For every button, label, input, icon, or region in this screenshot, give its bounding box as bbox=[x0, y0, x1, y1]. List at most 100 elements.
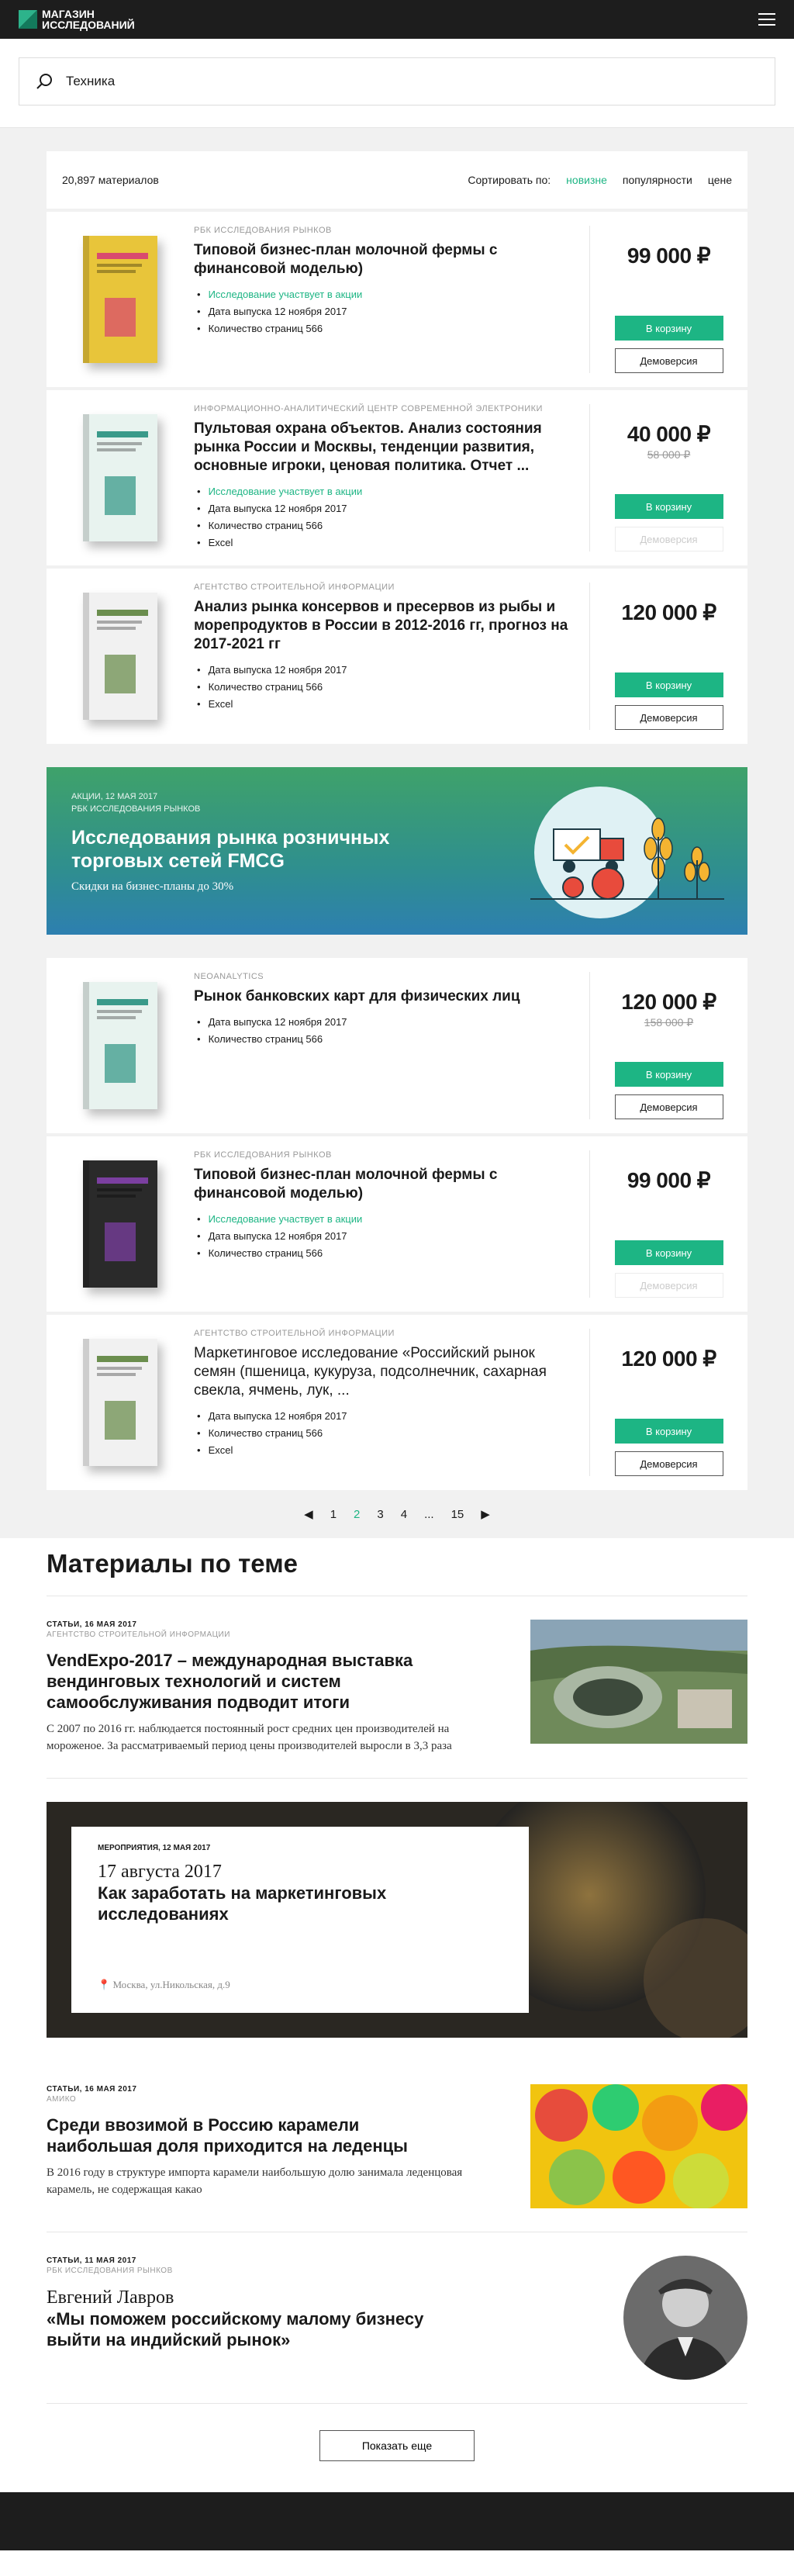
product-details: Исследование участвует в акцииДата выпус… bbox=[194, 1211, 575, 1262]
next-page-icon[interactable]: ▶ bbox=[481, 1507, 490, 1521]
related-materials: Материалы по теме СТАТЬИ, 16 МАЯ 2017 АГ… bbox=[0, 1538, 794, 2492]
footer bbox=[0, 2492, 794, 2550]
article-title[interactable]: «Мы поможем российскому малому бизнесу в… bbox=[47, 2308, 465, 2350]
sort-by-price[interactable]: цене bbox=[708, 174, 732, 186]
product-details: Дата выпуска 12 ноября 2017Количество ст… bbox=[194, 662, 575, 713]
product-details: Исследование участвует в акцииДата выпус… bbox=[194, 286, 575, 337]
article-source: РБК ИССЛЕДОВАНИЯ РЫНКОВ bbox=[47, 2267, 173, 2275]
article-thumbnail-image[interactable] bbox=[530, 1620, 747, 1744]
product-card[interactable]: РБК ИССЛЕДОВАНИЯ РЫНКОВ Типовой бизнес-п… bbox=[47, 1136, 747, 1312]
promo-banner[interactable]: АКЦИИ, 12 МАЯ 2017 РБК ИССЛЕДОВАНИЯ РЫНК… bbox=[47, 767, 747, 935]
product-detail: Количество страниц 566 bbox=[194, 1425, 575, 1442]
sort-label: Сортировать по: bbox=[468, 174, 551, 186]
site-logo[interactable]: МАГАЗИН ИССЛЕДОВАНИЙ bbox=[19, 9, 135, 30]
product-card[interactable]: АГЕНТСТВО СТРОИТЕЛЬНОЙ ИНФОРМАЦИИ Маркет… bbox=[47, 1315, 747, 1490]
search-icon[interactable] bbox=[36, 73, 54, 90]
product-price-panel: 120 000 ₽ 158 000 ₽ В корзину Демоверсия bbox=[589, 972, 747, 1119]
product-title[interactable]: Типовой бизнес-план молочной фермы с фин… bbox=[194, 1166, 575, 1203]
banner-title: Исследования рынка розничных торговых се… bbox=[71, 827, 390, 872]
page-15[interactable]: 15 bbox=[451, 1508, 464, 1521]
product-card[interactable]: ИНФОРМАЦИОННО-АНАЛИТИЧЕСКИЙ ЦЕНТР СОВРЕМ… bbox=[47, 390, 747, 565]
product-card[interactable]: NEOANALYTICS Рынок банковских карт для ф… bbox=[47, 958, 747, 1133]
page-2-current[interactable]: 2 bbox=[354, 1508, 360, 1521]
product-card[interactable]: АГЕНТСТВО СТРОИТЕЛЬНОЙ ИНФОРМАЦИИ Анализ… bbox=[47, 569, 747, 744]
candy-thumbnail-image[interactable] bbox=[530, 2084, 747, 2208]
product-cover[interactable] bbox=[47, 1136, 194, 1312]
article-meta: СТАТЬИ, 16 МАЯ 2017 bbox=[47, 1620, 137, 1629]
logo-line2: ИССЛЕДОВАНИЙ bbox=[42, 19, 135, 31]
prev-page-icon[interactable]: ◀ bbox=[304, 1507, 313, 1521]
product-price: 120 000 ₽ bbox=[621, 1347, 716, 1371]
product-price: 120 000 ₽ bbox=[621, 600, 716, 624]
product-publisher: АГЕНТСТВО СТРОИТЕЛЬНОЙ ИНФОРМАЦИИ bbox=[194, 1329, 395, 1338]
event-card[interactable]: МЕРОПРИЯТИЯ, 12 МАЯ 2017 17 августа 2017… bbox=[47, 1802, 747, 2038]
product-title[interactable]: Рынок банковских карт для физических лиц bbox=[194, 987, 575, 1006]
add-to-cart-button[interactable]: В корзину bbox=[614, 673, 723, 697]
add-to-cart-button[interactable]: В корзину bbox=[614, 316, 723, 341]
book-cover-image bbox=[83, 236, 157, 363]
demo-button[interactable]: Демоверсия bbox=[614, 348, 723, 373]
burger-menu-icon[interactable] bbox=[758, 13, 775, 26]
avatar bbox=[623, 2256, 747, 2380]
book-cover-image bbox=[83, 982, 157, 1109]
product-cover[interactable] bbox=[47, 390, 194, 565]
product-title[interactable]: Типовой бизнес-план молочной фермы с фин… bbox=[194, 241, 575, 278]
article-source: АГЕНТСТВО СТРОИТЕЛЬНОЙ ИНФОРМАЦИИ bbox=[47, 1630, 230, 1639]
product-detail: Исследование участвует в акции bbox=[194, 286, 575, 303]
article-interview[interactable]: СТАТЬИ, 11 МАЯ 2017 РБК ИССЛЕДОВАНИЯ РЫН… bbox=[47, 2232, 747, 2404]
product-price: 120 000 ₽ bbox=[621, 990, 716, 1014]
page-1[interactable]: 1 bbox=[330, 1508, 337, 1521]
product-card[interactable]: РБК ИССЛЕДОВАНИЯ РЫНКОВ Типовой бизнес-п… bbox=[47, 212, 747, 387]
product-price: 40 000 ₽ bbox=[627, 422, 711, 446]
add-to-cart-button[interactable]: В корзину bbox=[614, 1419, 723, 1444]
page-3[interactable]: 3 bbox=[377, 1508, 383, 1521]
article-caramel[interactable]: СТАТЬИ, 16 МАЯ 2017 АМИКО Среди ввозимой… bbox=[47, 2061, 747, 2232]
add-to-cart-button[interactable]: В корзину bbox=[614, 494, 723, 519]
pagination: ◀ 1 2 3 4 ... 15 ▶ bbox=[47, 1493, 747, 1527]
event-date: 17 августа 2017 bbox=[98, 1862, 222, 1882]
logo-line1: МАГАЗИН bbox=[42, 8, 95, 20]
add-to-cart-button[interactable]: В корзину bbox=[614, 1240, 723, 1265]
add-to-cart-button[interactable]: В корзину bbox=[614, 1062, 723, 1087]
materials-heading: Материалы по теме bbox=[47, 1549, 747, 1596]
page-4[interactable]: 4 bbox=[401, 1508, 407, 1521]
product-detail: Excel bbox=[194, 696, 575, 713]
demo-button[interactable]: Демоверсия bbox=[614, 1273, 723, 1298]
demo-button[interactable]: Демоверсия bbox=[614, 705, 723, 730]
event-meta: МЕРОПРИЯТИЯ, 12 МАЯ 2017 bbox=[98, 1844, 211, 1852]
sort-by-popularity[interactable]: популярности bbox=[623, 174, 692, 186]
show-more-button[interactable]: Показать еще bbox=[319, 2430, 475, 2461]
product-detail: Количество страниц 566 bbox=[194, 320, 575, 337]
product-detail: Количество страниц 566 bbox=[194, 679, 575, 696]
demo-button[interactable]: Демоверсия bbox=[614, 1451, 723, 1476]
product-title[interactable]: Анализ рынка консервов и пресервов из ры… bbox=[194, 598, 575, 654]
product-cover[interactable] bbox=[47, 1315, 194, 1490]
product-detail: Исследование участвует в акции bbox=[194, 1211, 575, 1228]
event-location: 📍 Москва, ул.Никольская, д.9 bbox=[98, 1979, 230, 1991]
product-cover[interactable] bbox=[47, 958, 194, 1133]
product-old-price: 58 000 ₽ bbox=[647, 448, 691, 461]
product-cover[interactable] bbox=[47, 212, 194, 387]
event-info-card: МЕРОПРИЯТИЯ, 12 МАЯ 2017 17 августа 2017… bbox=[71, 1827, 529, 2013]
product-old-price: 158 000 ₽ bbox=[644, 1016, 694, 1029]
product-detail: Исследование участвует в акции bbox=[194, 483, 575, 500]
article-source: АМИКО bbox=[47, 2095, 77, 2104]
product-title[interactable]: Пультовая охрана объектов. Анализ состоя… bbox=[194, 420, 575, 475]
logo-icon bbox=[19, 10, 37, 29]
search-input[interactable] bbox=[66, 74, 758, 89]
article-title[interactable]: Среди ввозимой в Россию карамели наиболь… bbox=[47, 2114, 465, 2156]
product-details: Дата выпуска 12 ноября 2017Количество ст… bbox=[194, 1014, 575, 1048]
product-detail: Excel bbox=[194, 1442, 575, 1459]
demo-button[interactable]: Демоверсия bbox=[614, 1094, 723, 1119]
demo-button[interactable]: Демоверсия bbox=[614, 527, 723, 552]
sort-by-new[interactable]: новизне bbox=[566, 174, 607, 186]
product-title[interactable]: Маркетинговое исследование «Российский р… bbox=[194, 1344, 575, 1400]
product-list: РБК ИССЛЕДОВАНИЯ РЫНКОВ Типовой бизнес-п… bbox=[47, 212, 747, 744]
product-list-2: NEOANALYTICS Рынок банковских карт для ф… bbox=[47, 958, 747, 1490]
book-cover-image bbox=[83, 414, 157, 541]
article-vendexpo[interactable]: СТАТЬИ, 16 МАЯ 2017 АГЕНТСТВО СТРОИТЕЛЬН… bbox=[47, 1596, 747, 1779]
product-price-panel: 120 000 ₽ В корзину Демоверсия bbox=[589, 583, 747, 730]
product-cover[interactable] bbox=[47, 569, 194, 744]
article-title[interactable]: VendExpo-2017 – международная выставка в… bbox=[47, 1650, 465, 1713]
event-title[interactable]: Как заработать на маркетинговых исследов… bbox=[98, 1883, 502, 1924]
